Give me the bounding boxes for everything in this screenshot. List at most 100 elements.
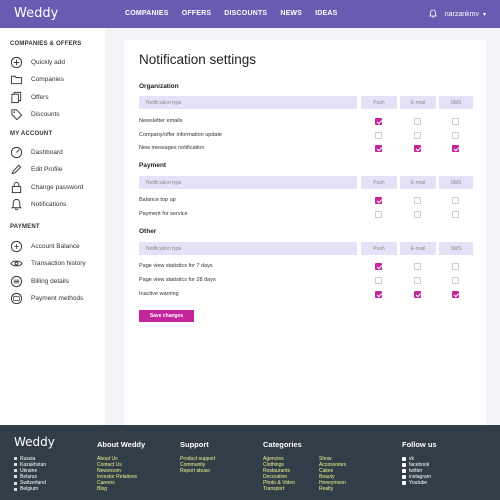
footer-brand: Weddy bbox=[14, 435, 55, 449]
table-header: Notification type Push E-mail SMS bbox=[139, 176, 473, 189]
wallet-icon bbox=[10, 240, 23, 252]
social-label: twitter bbox=[409, 468, 423, 475]
about-links: About Us Contact Us Newsroom Investor Re… bbox=[97, 456, 137, 493]
table-row: Page view statistics for 28 days bbox=[139, 276, 473, 286]
sms-checkbox[interactable] bbox=[452, 291, 459, 298]
sidebar-item-label: Quickly add bbox=[31, 58, 65, 66]
footer-link[interactable]: Report abuse bbox=[180, 468, 215, 474]
country-label: Belgium bbox=[20, 486, 39, 493]
sidebar-item-quickly-add[interactable]: Quickly add bbox=[10, 55, 65, 69]
sidebar-item-label: Companies bbox=[31, 75, 64, 83]
sidebar-item-offers[interactable]: Offers bbox=[10, 90, 49, 104]
sidebar-item-transaction-history[interactable]: Transaction history bbox=[10, 256, 86, 270]
footer-link[interactable]: Blog bbox=[97, 486, 137, 492]
sidebar-item-label: Offers bbox=[31, 93, 49, 101]
header-notification-type: Notification type bbox=[139, 242, 357, 255]
footer-link[interactable]: Realty bbox=[319, 486, 346, 492]
footer-heading-follow: Follow us bbox=[402, 440, 437, 449]
country-item[interactable]: Belgium bbox=[14, 486, 46, 492]
email-checkbox[interactable] bbox=[414, 291, 421, 298]
email-checkbox[interactable] bbox=[414, 263, 421, 270]
group-title-payment: Payment bbox=[139, 162, 167, 169]
email-checkbox[interactable] bbox=[414, 211, 421, 218]
row-label: Payment for service bbox=[139, 211, 188, 217]
table-header: Notification type Push E-mail SMS bbox=[139, 242, 473, 255]
chevron-down-icon[interactable]: ▾ bbox=[483, 11, 486, 18]
push-checkbox[interactable] bbox=[375, 118, 382, 125]
country-list: Russia Kazakhstan Ukraine Belarus Switze… bbox=[14, 456, 46, 493]
table-row: Newsletter emails bbox=[139, 117, 473, 127]
sms-checkbox[interactable] bbox=[452, 211, 459, 218]
sidebar-item-discounts[interactable]: Discounts bbox=[10, 107, 60, 121]
sidebar-item-change-password[interactable]: Change password bbox=[10, 180, 83, 194]
header-email: E-mail bbox=[400, 96, 436, 109]
section-title-companies-offers: COMPANIES & OFFERS bbox=[10, 41, 82, 47]
sidebar-item-notifications[interactable]: Notifications bbox=[10, 197, 66, 211]
group-title-other: Other bbox=[139, 228, 157, 235]
brand-logo[interactable]: Weddy bbox=[14, 6, 58, 21]
tag-icon bbox=[11, 108, 23, 120]
row-label: Inactive warning bbox=[139, 291, 179, 297]
header-sms: SMS bbox=[439, 176, 473, 189]
sidebar-item-dashboard[interactable]: Dashboard bbox=[10, 145, 63, 159]
table-row: Page view statistics for 7 days bbox=[139, 262, 473, 272]
nav-news[interactable]: NEWS bbox=[280, 10, 302, 17]
country-label: Russia bbox=[20, 456, 36, 462]
push-checkbox[interactable] bbox=[375, 132, 382, 139]
support-links: Product support Community Report abuse bbox=[180, 456, 215, 474]
push-checkbox[interactable] bbox=[375, 211, 382, 218]
nav-ideas[interactable]: IDEAS bbox=[315, 10, 337, 17]
push-checkbox[interactable] bbox=[375, 291, 382, 298]
nav-companies[interactable]: COMPANIES bbox=[125, 10, 169, 17]
username[interactable]: narzankmv bbox=[445, 11, 479, 18]
group-title-organization: Organization bbox=[139, 83, 179, 90]
social-label: instagram bbox=[409, 474, 431, 481]
sidebar-item-label: Transaction history bbox=[31, 259, 86, 267]
email-checkbox[interactable] bbox=[414, 118, 421, 125]
copy-icon bbox=[11, 91, 22, 103]
sms-checkbox[interactable] bbox=[452, 277, 459, 284]
sidebar-item-label: Notifications bbox=[31, 200, 67, 208]
header-email: E-mail bbox=[400, 242, 436, 255]
email-checkbox[interactable] bbox=[414, 197, 421, 204]
table-row: Inactive warning bbox=[139, 290, 473, 300]
row-label: New messages notification bbox=[139, 145, 205, 151]
billing-icon bbox=[10, 275, 23, 287]
country-label: Ukraine bbox=[20, 468, 38, 475]
flag-icon bbox=[14, 481, 17, 485]
sidebar-item-label: Edit Profile bbox=[31, 165, 63, 173]
social-label: Youtube bbox=[409, 480, 428, 487]
sidebar-item-edit-profile[interactable]: Edit Profile bbox=[10, 162, 62, 176]
sms-checkbox[interactable] bbox=[452, 197, 459, 204]
save-changes-button[interactable]: Save changes bbox=[139, 310, 194, 322]
row-label: Page view statistics for 7 days bbox=[139, 263, 213, 269]
email-checkbox[interactable] bbox=[414, 132, 421, 139]
push-checkbox[interactable] bbox=[375, 145, 382, 152]
page-title: Notification settings bbox=[139, 52, 257, 67]
sidebar-item-account-balance[interactable]: Account Balance bbox=[10, 239, 80, 253]
email-checkbox[interactable] bbox=[414, 145, 421, 152]
sms-checkbox[interactable] bbox=[452, 118, 459, 125]
push-checkbox[interactable] bbox=[375, 263, 382, 270]
nav-offers[interactable]: OFFERS bbox=[182, 10, 212, 17]
push-checkbox[interactable] bbox=[375, 197, 382, 204]
footer-link[interactable]: Transport bbox=[263, 486, 295, 492]
pencil-icon bbox=[11, 164, 22, 174]
sidebar-item-billing-details[interactable]: Billing details bbox=[10, 274, 69, 288]
header-notification-type: Notification type bbox=[139, 96, 357, 109]
social-link-youtube[interactable]: Youtube bbox=[402, 480, 431, 486]
footer-heading-about: About Weddy bbox=[97, 440, 146, 449]
nav-discounts[interactable]: DISCOUNTS bbox=[224, 10, 267, 17]
push-checkbox[interactable] bbox=[375, 277, 382, 284]
header-push: Push bbox=[361, 176, 397, 189]
sms-checkbox[interactable] bbox=[452, 263, 459, 270]
categories-links-col1: Agencies Clothings Restaurants Decoratio… bbox=[263, 456, 295, 493]
email-checkbox[interactable] bbox=[414, 277, 421, 284]
sms-checkbox[interactable] bbox=[452, 145, 459, 152]
bell-icon[interactable] bbox=[428, 9, 437, 20]
sidebar-item-companies[interactable]: Companies bbox=[10, 72, 64, 86]
sms-checkbox[interactable] bbox=[452, 132, 459, 139]
lock-icon bbox=[11, 181, 22, 193]
sidebar-item-payment-methods[interactable]: Payment methods bbox=[10, 291, 83, 305]
user-menu[interactable]: narzankmv ▾ bbox=[428, 9, 486, 20]
